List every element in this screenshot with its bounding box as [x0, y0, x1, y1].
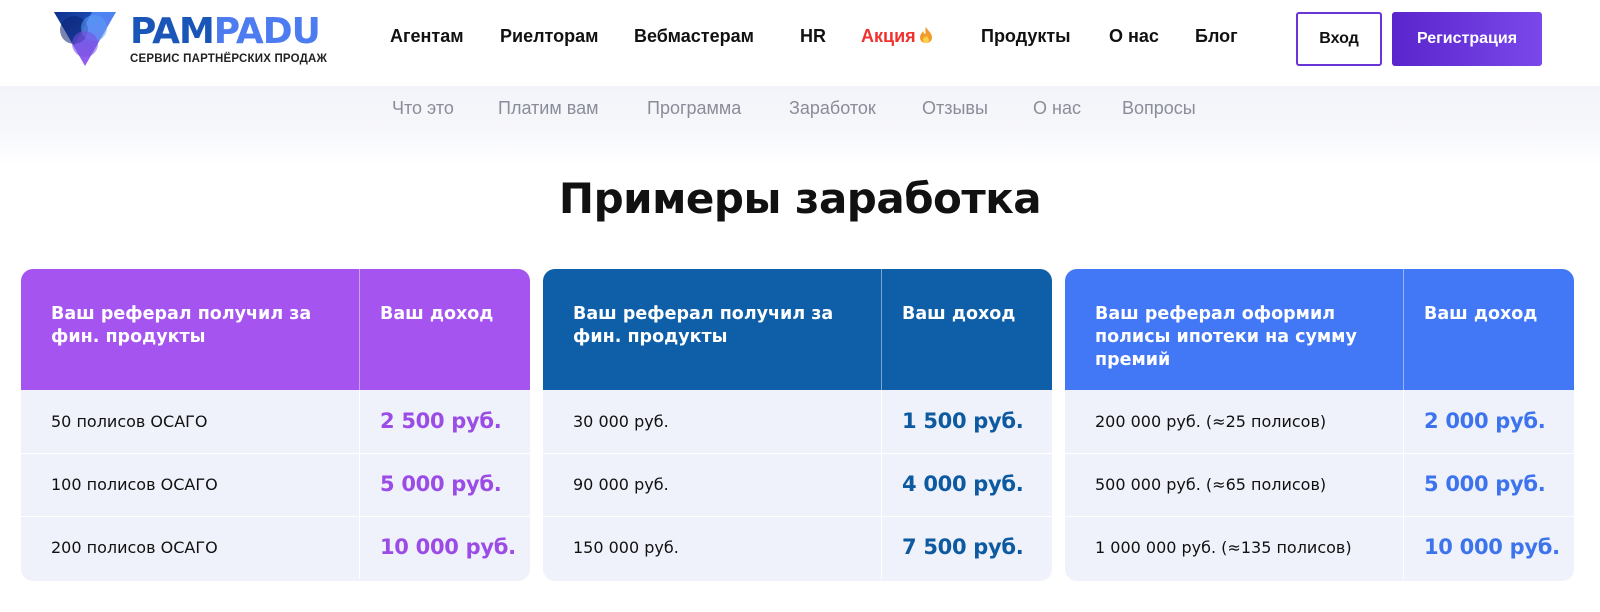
- header-divider: [881, 269, 882, 390]
- logo-wordmark: PAMPADU: [130, 11, 321, 52]
- subnav-item-faq[interactable]: Вопросы: [1122, 98, 1196, 119]
- subnav-item-about[interactable]: О нас: [1033, 98, 1081, 119]
- nav-item-products[interactable]: Продукты: [981, 26, 1071, 47]
- row-income: 2 000 руб.: [1424, 409, 1546, 433]
- table-row: 150 000 руб. 7 500 руб.: [543, 516, 1052, 579]
- login-button[interactable]: Вход: [1296, 12, 1382, 66]
- subnav-item-earnings[interactable]: Заработок: [789, 98, 876, 119]
- header-divider: [359, 269, 360, 390]
- table-row: 100 полисов ОСАГО 5 000 руб.: [21, 453, 530, 516]
- row-income: 7 500 руб.: [902, 535, 1024, 559]
- subnav-item-pay[interactable]: Платим вам: [498, 98, 598, 119]
- card-header: Ваш реферал получил за фин. продукты Ваш…: [543, 269, 1052, 390]
- subnav-item-program[interactable]: Программа: [647, 98, 741, 119]
- table-row: 30 000 руб. 1 500 руб.: [543, 390, 1052, 453]
- subnav-item-what[interactable]: Что это: [392, 98, 454, 119]
- nav-item-agents[interactable]: Агентам: [390, 26, 464, 47]
- row-income: 4 000 руб.: [902, 472, 1024, 496]
- card-header-left: Ваш реферал получил за фин. продукты: [573, 304, 834, 347]
- header-divider: [1403, 269, 1404, 390]
- row-income: 5 000 руб.: [1424, 472, 1546, 496]
- row-description: 1 000 000 руб. (≈135 полисов): [1095, 538, 1352, 557]
- row-description: 100 полисов ОСАГО: [51, 475, 218, 494]
- table-row: 1 000 000 руб. (≈135 полисов) 10 000 руб.: [1065, 516, 1574, 579]
- card-header-right: Ваш доход: [902, 304, 1016, 324]
- nav-item-blog[interactable]: Блог: [1195, 26, 1238, 47]
- subnav-item-reviews[interactable]: Отзывы: [922, 98, 988, 119]
- row-description: 200 000 руб. (≈25 полисов): [1095, 412, 1327, 431]
- nav-item-promo[interactable]: Акция: [861, 26, 933, 47]
- card-header-right: Ваш доход: [1424, 304, 1538, 324]
- row-description: 150 000 руб.: [573, 538, 679, 557]
- earnings-card-mortgage: Ваш реферал оформил полисы ипотеки на су…: [1065, 269, 1574, 581]
- nav-item-hr[interactable]: HR: [800, 26, 826, 47]
- row-income: 10 000 руб.: [1424, 535, 1560, 559]
- card-body: 50 полисов ОСАГО 2 500 руб. 100 полисов О…: [21, 390, 530, 581]
- nav-item-webmasters[interactable]: Вебмастерам: [634, 26, 754, 47]
- card-header-left: Ваш реферал оформил полисы ипотеки на су…: [1095, 304, 1357, 370]
- card-header-left: Ваш реферал получил за фин. продукты: [51, 304, 312, 347]
- row-description: 50 полисов ОСАГО: [51, 412, 208, 431]
- nav-item-promo-label: Акция: [861, 26, 916, 46]
- row-income: 1 500 руб.: [902, 409, 1024, 433]
- card-body: 30 000 руб. 1 500 руб. 90 000 руб. 4 000 р…: [543, 390, 1052, 581]
- fire-icon: [919, 27, 932, 43]
- card-body: 200 000 руб. (≈25 полисов) 2 000 руб. 500…: [1065, 390, 1574, 581]
- row-income: 5 000 руб.: [380, 472, 502, 496]
- nav-item-about[interactable]: О нас: [1109, 26, 1159, 47]
- earnings-card-osago: Ваш реферал получил за фин. продукты Ваш…: [21, 269, 530, 581]
- table-row: 200 000 руб. (≈25 полисов) 2 000 руб.: [1065, 390, 1574, 453]
- brand-logo[interactable]: PAMPADU СЕРВИС ПАРТНЁРСКИХ ПРОДАЖ: [52, 8, 342, 70]
- table-row: 500 000 руб. (≈65 полисов) 5 000 руб.: [1065, 453, 1574, 516]
- row-description: 30 000 руб.: [573, 412, 669, 431]
- register-button[interactable]: Регистрация: [1392, 12, 1542, 66]
- table-row: 90 000 руб. 4 000 руб.: [543, 453, 1052, 516]
- card-header-right: Ваш доход: [380, 304, 494, 324]
- site-header: PAMPADU СЕРВИС ПАРТНЁРСКИХ ПРОДАЖ Агента…: [0, 0, 1600, 86]
- logo-tagline: СЕРВИС ПАРТНЁРСКИХ ПРОДАЖ: [130, 53, 328, 65]
- row-description: 90 000 руб.: [573, 475, 669, 494]
- nav-item-realtors[interactable]: Риелторам: [500, 26, 598, 47]
- earnings-card-fin-products: Ваш реферал получил за фин. продукты Ваш…: [543, 269, 1052, 581]
- section-title: Примеры заработка: [558, 174, 1042, 223]
- card-header: Ваш реферал получил за фин. продукты Ваш…: [21, 269, 530, 390]
- triangle-logo-icon: [54, 12, 116, 66]
- row-income: 10 000 руб.: [380, 535, 516, 559]
- card-header: Ваш реферал оформил полисы ипотеки на су…: [1065, 269, 1574, 390]
- row-description: 500 000 руб. (≈65 полисов): [1095, 475, 1327, 494]
- row-description: 200 полисов ОСАГО: [51, 538, 218, 557]
- row-income: 2 500 руб.: [380, 409, 502, 433]
- section-subnav: Что это Платим вам Программа Заработок О…: [0, 86, 1600, 166]
- table-row: 50 полисов ОСАГО 2 500 руб.: [21, 390, 530, 453]
- table-row: 200 полисов ОСАГО 10 000 руб.: [21, 516, 530, 579]
